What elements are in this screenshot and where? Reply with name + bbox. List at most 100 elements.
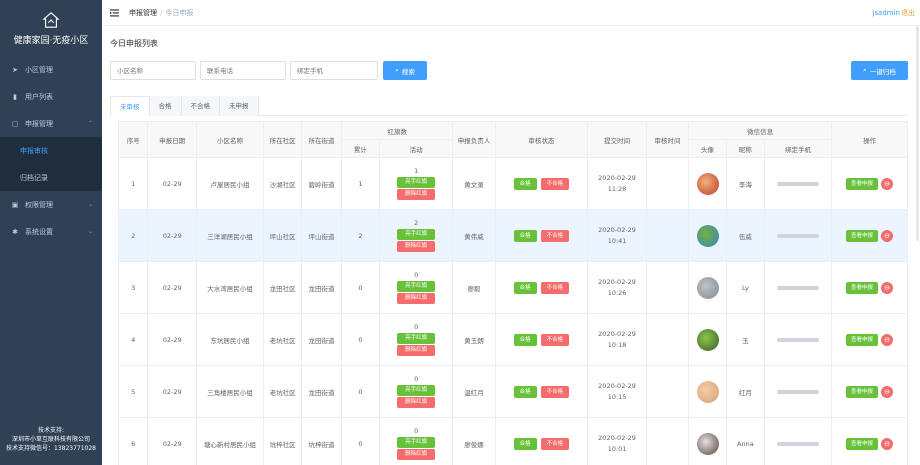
cell-review-time xyxy=(646,261,690,314)
tab-qualified[interactable]: 合格 xyxy=(149,96,182,116)
hand-red-flag-button[interactable]: 亮手红旗 xyxy=(397,229,436,240)
pass-button[interactable]: 合格 xyxy=(513,437,537,450)
activity-count: 1 xyxy=(414,167,419,175)
table-row[interactable]: 6 02-29 塘心新村居民小组 坑梓社区 坑梓街道 0 0 亮手红旗 删除红旗 廖俊娜 合格 不合格… xyxy=(117,417,908,465)
delete-icon[interactable]: ⊖ xyxy=(881,177,894,190)
submenu-archive[interactable]: 归档记录 xyxy=(0,164,102,191)
fail-button[interactable]: 不合格 xyxy=(540,437,570,450)
masked-phone xyxy=(776,337,819,342)
delete-red-flag-button[interactable]: 删除红旗 xyxy=(397,189,436,200)
fail-button[interactable]: 不合格 xyxy=(540,385,570,398)
cell-ops: 查看申报 ⊖ xyxy=(831,365,908,418)
pass-button[interactable]: 合格 xyxy=(513,385,537,398)
cell-district: 老坑社区 xyxy=(263,365,303,418)
fail-button[interactable]: 不合格 xyxy=(540,281,570,294)
th-seq: 序号 xyxy=(117,121,149,158)
pass-button[interactable]: 合格 xyxy=(513,229,537,242)
view-declaration-button[interactable]: 查看申报 xyxy=(846,385,879,398)
cell-ops: 查看申报 ⊖ xyxy=(831,313,908,366)
view-declaration-button[interactable]: 查看申报 xyxy=(846,437,879,450)
avatar xyxy=(696,432,719,455)
tab-unreviewed[interactable]: 未审核 xyxy=(110,96,150,116)
archive-button-label: 一键归档 xyxy=(869,68,896,76)
fail-button[interactable]: 不合格 xyxy=(540,333,570,346)
th-review: 审核状态 xyxy=(494,121,589,158)
hand-red-flag-button[interactable]: 亮手红旗 xyxy=(397,333,436,344)
view-declaration-button[interactable]: 查看申报 xyxy=(846,333,879,346)
cell-avatar xyxy=(688,261,727,314)
activity-count: 0 xyxy=(414,375,419,383)
user-name[interactable]: jsadmin xyxy=(872,9,900,17)
delete-red-flag-button[interactable]: 删除红旗 xyxy=(397,241,436,252)
submenu-review[interactable]: 申报审核 xyxy=(0,137,102,164)
delete-icon[interactable]: ⊖ xyxy=(881,281,894,294)
hand-red-flag-button[interactable]: 亮手红旗 xyxy=(397,177,436,188)
table-row[interactable]: 2 02-29 三洋湖居民小组 坪山社区 坪山街道 2 2 亮手红旗 删除红旗 黄伟威 合格 不合格 2… xyxy=(117,209,908,262)
delete-red-flag-button[interactable]: 删除红旗 xyxy=(397,345,436,356)
pass-button[interactable]: 合格 xyxy=(513,333,537,346)
hamburger-icon[interactable] xyxy=(110,8,119,17)
fail-button[interactable]: 不合格 xyxy=(540,177,570,190)
cell-ops: 查看申报 ⊖ xyxy=(831,209,908,262)
delete-icon[interactable]: ⊖ xyxy=(881,333,894,346)
cell-nickname: Anna xyxy=(725,417,765,465)
menu-settings[interactable]: ✱ 系统设置 ⌄ xyxy=(0,218,102,245)
table-row[interactable]: 4 02-29 东坑居民小组 老坑社区 龙田街道 0 0 亮手红旗 删除红旗 黄玉朗 合格 不合格 20… xyxy=(117,313,908,366)
hand-red-flag-button[interactable]: 亮手红旗 xyxy=(397,437,436,448)
view-declaration-button[interactable]: 查看申报 xyxy=(846,281,879,294)
search-button[interactable]: ⌕ 搜索 xyxy=(383,61,427,80)
th-activity: 活动 xyxy=(378,139,454,158)
cell-district: 老坑社区 xyxy=(263,313,303,366)
hand-red-flag-button[interactable]: 亮手红旗 xyxy=(397,281,436,292)
tab-undeclared[interactable]: 未申报 xyxy=(220,96,259,116)
cell-submit-time: 2020-02-29 10:26 xyxy=(587,261,648,314)
menu-users[interactable]: ▮ 用户列表 xyxy=(0,83,102,110)
delete-red-flag-button[interactable]: 删除红旗 xyxy=(397,293,436,304)
table-row[interactable]: 5 02-29 三角楼居民小组 老坑社区 龙田街道 0 0 亮手红旗 删除红旗 温红月 合格 不合格 2… xyxy=(117,365,908,418)
menu-label: 系统设置 xyxy=(25,227,53,236)
menu-community[interactable]: ➤ 小区管理 xyxy=(0,56,102,83)
archive-all-button[interactable]: ⌕ 一键归档 xyxy=(851,61,908,80)
menu-permissions[interactable]: ▣ 权限管理 ⌄ xyxy=(0,191,102,218)
table-row[interactable]: 3 02-29 大水湾居民小组 龙田社区 龙田街道 0 0 亮手红旗 删除红旗 廖毅 合格 不合格 20… xyxy=(117,261,908,314)
th-nickname: 昵称 xyxy=(725,139,765,158)
search-button-label: 搜索 xyxy=(401,68,415,76)
delete-icon[interactable]: ⊖ xyxy=(881,229,894,242)
delete-icon[interactable]: ⊖ xyxy=(881,437,894,450)
cell-review: 合格 不合格 xyxy=(494,313,589,366)
view-declaration-button[interactable]: 查看申报 xyxy=(846,177,879,190)
delete-red-flag-button[interactable]: 删除红旗 xyxy=(397,449,436,460)
app-title: 健康家园·无疫小区 xyxy=(13,35,89,46)
delete-red-flag-button[interactable]: 删除红旗 xyxy=(397,397,436,408)
table-row[interactable]: 1 02-29 卢屋居民小组 沙湖社区 碧岭街道 1 1 亮手红旗 删除红旗 黄文录 合格 不合格 20… xyxy=(117,157,908,210)
page-scrollbar[interactable] xyxy=(916,26,919,241)
status-tabs: 未审核 合格 不合格 未申报 xyxy=(110,96,908,116)
search-icon: ⌕ xyxy=(395,66,399,74)
avatar xyxy=(696,380,719,403)
community-name-input[interactable] xyxy=(110,61,196,80)
cell-bind-phone xyxy=(763,157,833,210)
cell-seq: 3 xyxy=(117,261,149,314)
delete-icon[interactable]: ⊖ xyxy=(881,385,894,398)
menu-declaration[interactable]: ▢ 申报管理 ⌃ xyxy=(0,110,102,137)
view-declaration-button[interactable]: 查看申报 xyxy=(846,229,879,242)
logout-link[interactable]: 退出 xyxy=(901,8,915,18)
cell-review: 合格 不合格 xyxy=(494,209,589,262)
hand-red-flag-button[interactable]: 亮手红旗 xyxy=(397,385,436,396)
bind-phone-input[interactable] xyxy=(290,61,378,80)
cell-review: 合格 不合格 xyxy=(494,365,589,418)
cell-avatar xyxy=(688,157,727,210)
declaration-table: 序号 申报日期 小区名称 所在社区 所在街道 红旗数 申报负责人 审核状态 提交… xyxy=(117,121,908,465)
tab-unqualified[interactable]: 不合格 xyxy=(181,96,220,116)
cell-bind-phone xyxy=(763,261,833,314)
support-info: 技术支持: 深圳市小草互联科技有限公司 技术支持微信号：13823771028 xyxy=(0,426,102,453)
fail-button[interactable]: 不合格 xyxy=(540,229,570,242)
pass-button[interactable]: 合格 xyxy=(513,177,537,190)
cell-review: 合格 不合格 xyxy=(494,261,589,314)
cell-review-time xyxy=(646,313,690,366)
cell-bind-phone xyxy=(763,209,833,262)
cell-community: 大水湾居民小组 xyxy=(195,261,265,314)
breadcrumb-parent[interactable]: 申报管理 xyxy=(129,9,157,17)
contact-phone-input[interactable] xyxy=(200,61,286,80)
pass-button[interactable]: 合格 xyxy=(513,281,537,294)
